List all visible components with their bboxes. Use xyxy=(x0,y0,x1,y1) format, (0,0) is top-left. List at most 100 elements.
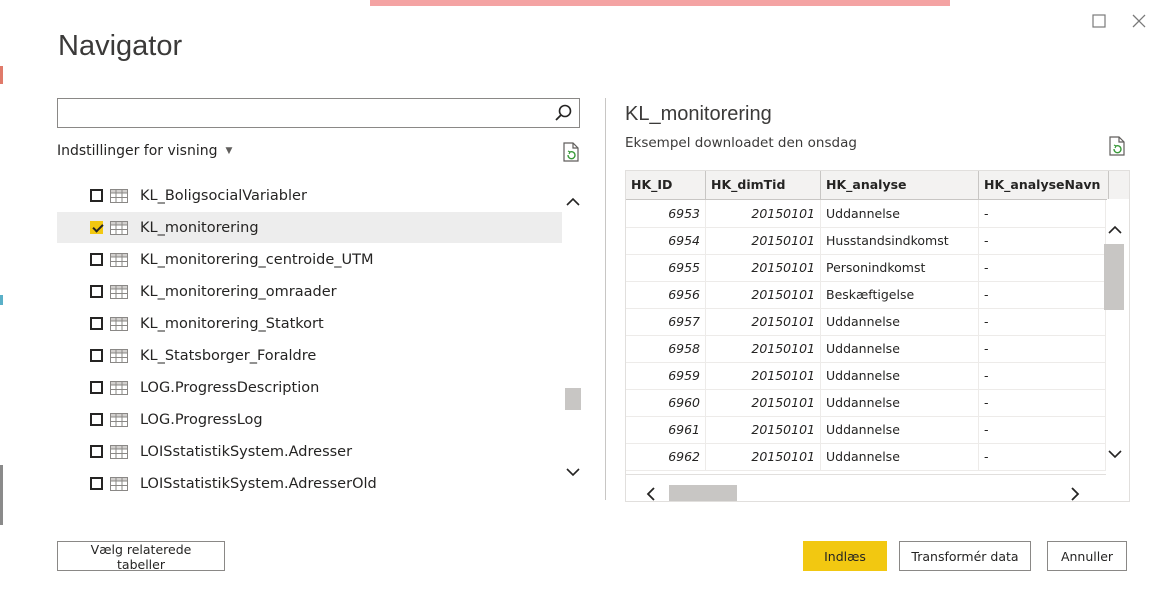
chevron-down-icon[interactable] xyxy=(565,468,581,478)
table-cell: 6959 xyxy=(626,362,706,389)
tree-item[interactable]: LOISstatistikSystem.Adresser xyxy=(57,436,562,467)
tree-item[interactable]: KL_monitorering xyxy=(57,212,562,243)
refresh-icon[interactable] xyxy=(1108,136,1126,156)
transform-data-button[interactable]: Transformér data xyxy=(899,541,1031,571)
checkbox[interactable] xyxy=(90,381,103,394)
checkbox[interactable] xyxy=(90,477,103,490)
grid-hscroll-thumb[interactable] xyxy=(669,485,737,501)
tree-item[interactable]: KL_monitorering_omraader xyxy=(57,276,562,307)
table-cell: Uddannelse xyxy=(821,200,979,227)
tree-scrollbar[interactable] xyxy=(563,180,583,510)
search-input[interactable] xyxy=(58,99,554,127)
table-cell: 6961 xyxy=(626,416,706,443)
table-cell: - xyxy=(979,362,1106,389)
chevron-up-icon[interactable] xyxy=(1107,224,1123,234)
table-cell: - xyxy=(979,227,1106,254)
table-icon xyxy=(110,476,128,491)
table-cell: 20150101 xyxy=(706,416,821,443)
load-button[interactable]: Indlæs xyxy=(803,541,887,571)
table-tree-list: KL_BoligsocialVariabler KL_monitorering KL… xyxy=(57,180,562,510)
tree-item[interactable]: LOG.ProgressLog xyxy=(57,404,562,435)
table-cell: 20150101 xyxy=(706,335,821,362)
preview-title: KL_monitorering xyxy=(625,103,772,125)
checkbox[interactable] xyxy=(90,349,103,362)
checkbox[interactable] xyxy=(90,253,103,266)
tree-item[interactable]: KL_monitorering_centroide_UTM xyxy=(57,244,562,275)
search-box[interactable] xyxy=(57,98,580,128)
table-icon xyxy=(110,348,128,363)
table-icon xyxy=(110,444,128,459)
table-cell: Beskæftigelse xyxy=(821,281,979,308)
square-icon xyxy=(1092,14,1106,28)
background-window-edge xyxy=(0,66,3,84)
column-header[interactable]: HK_analyseNavn xyxy=(979,171,1109,199)
checkbox[interactable] xyxy=(90,221,103,234)
table-cell: 6953 xyxy=(626,200,706,227)
tree-item[interactable]: LOISstatistikSystem.AdresserOld xyxy=(57,468,562,499)
preview-subtitle: Eksempel downloadet den onsdag xyxy=(625,135,857,151)
preview-grid: HK_ID HK_dimTid HK_analyse HK_analyseNavn 6… xyxy=(625,170,1130,502)
table-row: 6955 20150101 Personindkomst - xyxy=(626,254,1106,282)
select-related-tables-button[interactable]: Vælg relaterede tabeller xyxy=(57,541,225,572)
tree-item-label: LOG.ProgressDescription xyxy=(140,379,320,396)
table-cell: - xyxy=(979,308,1106,335)
display-options-dropdown[interactable]: Indstillinger for visning ▼ xyxy=(57,143,232,159)
checkbox[interactable] xyxy=(90,189,103,202)
table-cell: - xyxy=(979,200,1106,227)
table-row: 6962 20150101 Uddannelse - xyxy=(626,443,1106,471)
table-row: 6956 20150101 Beskæftigelse - xyxy=(626,281,1106,309)
table-icon xyxy=(110,188,128,203)
checkbox[interactable] xyxy=(90,445,103,458)
checkbox[interactable] xyxy=(90,317,103,330)
table-cell: Uddannelse xyxy=(821,416,979,443)
search-icon[interactable] xyxy=(553,103,573,123)
grid-vertical-scrollbar[interactable] xyxy=(1107,199,1129,474)
table-icon xyxy=(110,380,128,395)
table-row: 6953 20150101 Uddannelse - xyxy=(626,200,1106,228)
grid-vscroll-thumb[interactable] xyxy=(1104,244,1124,310)
chevron-down-icon[interactable] xyxy=(1107,450,1123,460)
tree-scrollbar-thumb[interactable] xyxy=(565,388,581,410)
maximize-button[interactable] xyxy=(1088,10,1110,32)
table-cell: 6962 xyxy=(626,443,706,470)
table-cell: 6960 xyxy=(626,389,706,416)
tree-item[interactable]: KL_monitorering_Statkort xyxy=(57,308,562,339)
table-cell: 20150101 xyxy=(706,281,821,308)
table-cell: 20150101 xyxy=(706,443,821,470)
table-icon xyxy=(110,412,128,427)
table-cell: 6954 xyxy=(626,227,706,254)
chevron-right-icon[interactable] xyxy=(1070,486,1080,502)
table-row: 6957 20150101 Uddannelse - xyxy=(626,308,1106,336)
close-icon xyxy=(1132,14,1146,28)
column-header[interactable]: HK_ID xyxy=(626,171,706,199)
table-icon xyxy=(110,252,128,267)
table-cell: - xyxy=(979,443,1106,470)
close-button[interactable] xyxy=(1128,10,1150,32)
checkbox[interactable] xyxy=(90,413,103,426)
column-header[interactable]: HK_analyse xyxy=(821,171,979,199)
tree-item-label: LOG.ProgressLog xyxy=(140,411,263,428)
refresh-icon[interactable] xyxy=(562,142,580,162)
table-cell: Uddannelse xyxy=(821,389,979,416)
table-cell: - xyxy=(979,335,1106,362)
tree-item-label: LOISstatistikSystem.AdresserOld xyxy=(140,475,377,492)
checkbox[interactable] xyxy=(90,285,103,298)
column-header[interactable]: HK_dimTid xyxy=(706,171,821,199)
table-icon xyxy=(110,284,128,299)
tree-item[interactable]: LOG.ProgressDescription xyxy=(57,372,562,403)
table-cell: - xyxy=(979,416,1106,443)
cancel-button[interactable]: Annuller xyxy=(1047,541,1127,571)
table-icon xyxy=(110,220,128,235)
tree-item[interactable]: KL_Statsborger_Foraldre xyxy=(57,340,562,371)
table-cell: 20150101 xyxy=(706,308,821,335)
chevron-up-icon[interactable] xyxy=(565,196,581,206)
tree-item[interactable]: KL_BoligsocialVariabler xyxy=(57,180,562,211)
chevron-left-icon[interactable] xyxy=(646,486,656,502)
tree-item-label: LOISstatistikSystem.Adresser xyxy=(140,443,353,460)
tree-item-label: KL_monitorering xyxy=(140,219,259,236)
table-cell: - xyxy=(979,389,1106,416)
table-cell: 6957 xyxy=(626,308,706,335)
table-icon xyxy=(110,316,128,331)
table-row: 6960 20150101 Uddannelse - xyxy=(626,389,1106,417)
background-window-edge xyxy=(0,465,3,525)
